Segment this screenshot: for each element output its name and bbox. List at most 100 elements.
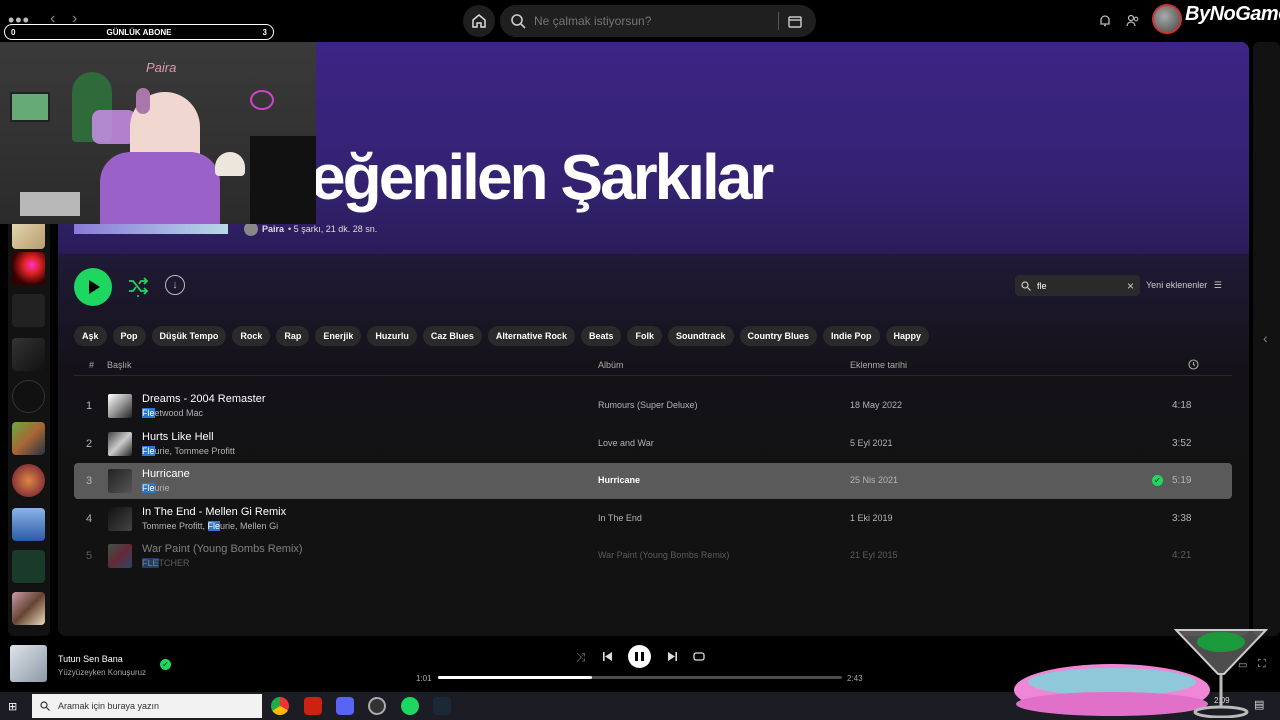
track-duration: 3:38 <box>1172 512 1192 524</box>
track-artist[interactable]: Fleetwood Mac <box>142 408 203 418</box>
next-icon[interactable] <box>667 651 678 662</box>
genre-chip[interactable]: Caz Blues <box>422 326 482 346</box>
now-playing-artist[interactable]: Yüzyüzeyken Konuşuruz <box>58 668 146 677</box>
expand-panel-icon[interactable]: ‹ <box>1263 330 1268 346</box>
track-cover <box>108 544 132 568</box>
headphone-decoration <box>136 88 150 114</box>
genre-chip[interactable]: Aşk <box>74 326 107 346</box>
genre-chip[interactable]: Country Blues <box>739 326 818 346</box>
track-row[interactable]: 5 War Paint (Young Bombs Remix) FLETCHER Wa… <box>74 538 1232 574</box>
track-title[interactable]: Hurts Like Hell <box>142 431 214 443</box>
track-row[interactable]: 2 Hurts Like Hell Fleurie, Tommee Profitt L… <box>74 426 1232 462</box>
track-artist[interactable]: Fleurie, Tommee Profitt <box>142 445 235 456</box>
pause-button[interactable] <box>628 645 651 668</box>
genre-chip[interactable]: Beats <box>580 326 622 346</box>
user-avatar[interactable] <box>1152 4 1182 34</box>
home-button[interactable] <box>463 5 495 37</box>
library-item[interactable] <box>12 550 45 583</box>
library-item[interactable] <box>12 252 45 285</box>
library-item[interactable] <box>12 464 45 497</box>
search-input[interactable] <box>534 14 774 28</box>
play-button[interactable] <box>74 268 112 306</box>
shuffle-icon[interactable]: ⤨ <box>576 650 586 665</box>
taskbar-search[interactable]: Aramak için buraya yazın <box>32 694 262 718</box>
header-number: # <box>89 360 95 370</box>
pause-icon <box>635 652 638 661</box>
library-item[interactable] <box>12 338 45 371</box>
steam-icon[interactable] <box>433 697 451 715</box>
track-title[interactable]: Dreams - 2004 Remaster <box>142 393 266 405</box>
download-icon[interactable]: ↓ <box>165 275 185 295</box>
progress-bar[interactable] <box>438 676 842 679</box>
total-time: 2:43 <box>847 674 863 683</box>
genre-chip[interactable]: Pop <box>112 326 146 346</box>
track-duration: 5:19 <box>1172 475 1192 486</box>
header-title[interactable]: Başlık <box>107 360 132 370</box>
bell-icon[interactable] <box>1099 14 1111 27</box>
track-title[interactable]: In The End - Mellen Gi Remix <box>142 506 286 518</box>
header-album[interactable]: Albüm <box>598 360 624 370</box>
track-row[interactable]: 4 In The End - Mellen Gi Remix Tommee Prof… <box>74 501 1232 537</box>
library-item[interactable] <box>12 294 45 327</box>
artist-rest: urie, Mellen Gi <box>220 520 279 531</box>
list-view-icon: ☰ <box>1213 280 1222 290</box>
windows-start-icon[interactable]: ⊞ <box>8 700 17 713</box>
track-duration: 4:21 <box>1172 550 1192 561</box>
shuffle-icon[interactable] <box>127 275 149 297</box>
genre-chip[interactable]: Folk <box>627 326 662 346</box>
track-row[interactable]: 1 Dreams - 2004 Remaster Fleetwood Mac Rumo… <box>74 388 1232 424</box>
discord-icon[interactable] <box>336 697 354 715</box>
library-item[interactable] <box>12 380 45 413</box>
genre-chip[interactable]: Rap <box>276 326 310 346</box>
obs-icon[interactable] <box>368 697 386 715</box>
track-album[interactable]: War Paint (Young Bombs Remix) <box>598 550 729 560</box>
now-playing-title[interactable]: Tutun Sen Bana <box>58 654 123 664</box>
liked-check-icon[interactable]: ✓ <box>160 659 171 670</box>
spotify-icon[interactable] <box>401 697 419 715</box>
filter-search-icon <box>1021 280 1031 291</box>
genre-chip[interactable]: Düşük Tempo <box>151 326 227 346</box>
track-album[interactable]: In The End <box>598 513 642 523</box>
chrome-icon[interactable] <box>271 697 289 715</box>
app-icon[interactable] <box>304 697 322 715</box>
track-row[interactable]: 3 Hurricane Fleurie Hurricane 25 Nis 2021 ✓ 5:… <box>74 463 1232 499</box>
genre-chip[interactable]: Rock <box>232 326 271 346</box>
playlist-filter[interactable]: × <box>1015 275 1140 296</box>
track-cover <box>108 431 132 456</box>
previous-icon[interactable] <box>602 651 613 662</box>
saved-check-icon[interactable]: ✓ <box>1152 475 1163 486</box>
library-item[interactable] <box>12 422 45 455</box>
now-playing-cover[interactable] <box>10 645 47 682</box>
library-item[interactable] <box>12 508 45 541</box>
avatar-body <box>100 152 220 224</box>
genre-chips: Aşk Pop Düşük Tempo Rock Rap Enerjik Huzurlu Ca… <box>74 326 930 346</box>
search-highlight: Fle <box>142 445 155 456</box>
genre-chip[interactable]: Alternative Rock <box>487 326 575 346</box>
header-date-added[interactable]: Eklenme tarihi <box>850 360 907 370</box>
track-album[interactable]: Hurricane <box>598 475 640 485</box>
genre-chip[interactable]: Happy <box>885 326 930 346</box>
genre-chip[interactable]: Soundtrack <box>667 326 734 346</box>
track-date-added: 25 Nis 2021 <box>850 475 899 485</box>
track-artist[interactable]: Fleurie <box>142 483 170 493</box>
genre-chip[interactable]: Huzurlu <box>367 326 417 346</box>
sort-dropdown[interactable]: Yeni eklenenler ☰ <box>1146 280 1222 291</box>
playlist-owner[interactable]: Paira <box>262 224 284 234</box>
track-title[interactable]: Hurricane <box>142 468 190 480</box>
repeat-icon[interactable] <box>693 651 705 662</box>
genre-chip[interactable]: Enerjik <box>315 326 362 346</box>
track-number: 5 <box>86 550 93 562</box>
home-icon <box>472 14 486 28</box>
track-artist[interactable]: Tommee Profitt, Fleurie, Mellen Gi <box>142 520 279 531</box>
track-album[interactable]: Love and War <box>598 438 654 448</box>
search-bar[interactable] <box>500 5 816 37</box>
genre-chip[interactable]: Indie Pop <box>823 326 880 346</box>
track-album[interactable]: Rumours (Super Deluxe) <box>598 400 698 410</box>
track-artist[interactable]: FLETCHER <box>142 558 190 568</box>
browse-icon[interactable] <box>787 13 803 29</box>
track-title[interactable]: War Paint (Young Bombs Remix) <box>142 543 303 555</box>
friends-icon[interactable] <box>1126 14 1139 27</box>
library-item[interactable] <box>12 592 45 625</box>
filter-input[interactable] <box>1037 280 1117 291</box>
clear-filter-icon[interactable]: × <box>1127 279 1134 293</box>
